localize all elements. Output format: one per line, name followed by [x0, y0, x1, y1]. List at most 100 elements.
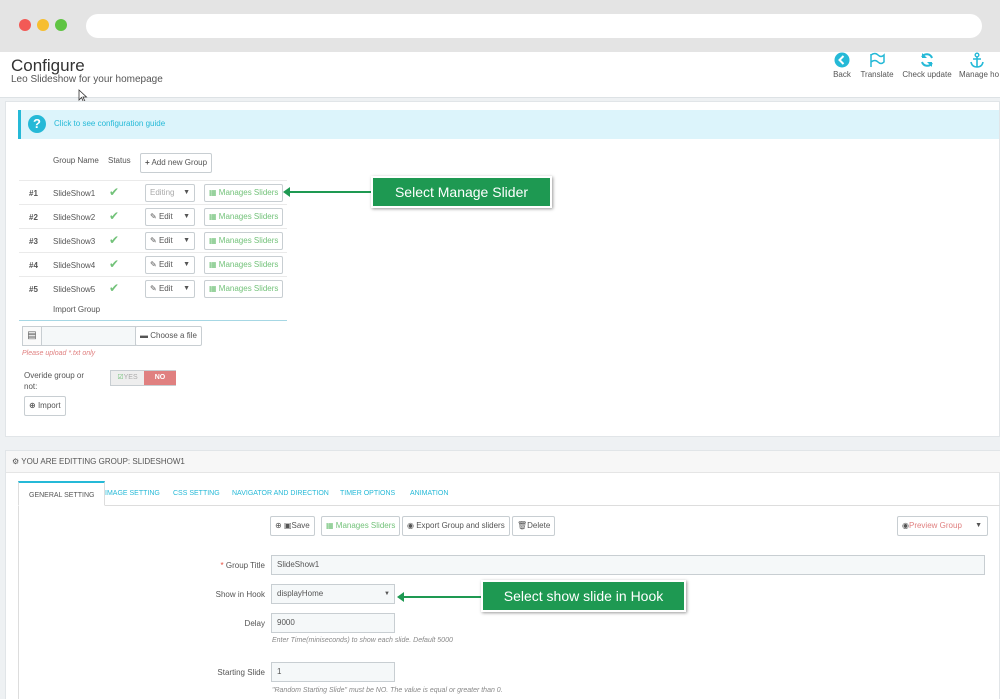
edit-label: Edit [158, 236, 173, 245]
close-window-icon[interactable] [19, 19, 31, 31]
settings-tabs: GENERAL SETTING IMAGE SETTING CSS SETTIN… [18, 481, 1000, 506]
override-toggle[interactable]: ☑YES NO [110, 370, 176, 386]
table-row: #5 SlideShow5 ✔ ✎ Edit ▼ ▦ Manages Slider… [19, 276, 287, 300]
required-icon: * [220, 561, 224, 570]
group-title-input[interactable]: SlideShow1 [271, 555, 985, 575]
film-icon: ▦ [326, 521, 334, 530]
row-number: #3 [29, 237, 38, 246]
starting-slide-help: "Random Starting Slide" must be NO. The … [272, 687, 503, 694]
question-icon: ? [28, 115, 46, 133]
tab-css-setting[interactable]: CSS SETTING [173, 481, 220, 506]
edit-button[interactable]: ✎ Edit ▼ [145, 232, 195, 250]
callout-manage-slider: Select Manage Slider [371, 176, 552, 208]
edit-button[interactable]: ✎ Edit ▼ [145, 280, 195, 298]
circle-plus-icon: ⊕ [275, 521, 282, 530]
edit-label: Edit [158, 260, 173, 269]
row-number: #4 [29, 261, 38, 270]
tab-image-setting[interactable]: IMAGE SETTING [105, 481, 160, 506]
import-button[interactable]: ⊕ Import [24, 396, 66, 416]
delete-button[interactable]: 🗑Delete [512, 516, 556, 536]
film-icon: ▦ [209, 260, 217, 269]
caret-down-icon: ▼ [183, 237, 190, 244]
toggle-yes[interactable]: ☑YES [111, 371, 144, 385]
delay-help: Enter Time(miniseconds) to show each sli… [272, 637, 453, 644]
film-icon: ▦ [209, 188, 217, 197]
page-title: Configure [11, 56, 85, 75]
row-name: SlideShow1 [53, 189, 96, 198]
manage-sliders-button[interactable]: ▦ Manages Sliders [204, 232, 284, 250]
save-label: Save [291, 521, 310, 530]
floppy-icon: ▣ [283, 521, 292, 530]
trash-icon: 🗑 [517, 521, 528, 530]
manage-label: Manages Sliders [218, 188, 279, 197]
manage-sliders-button[interactable]: ▦ Manages Sliders [204, 208, 284, 226]
file-name-input[interactable] [41, 326, 136, 346]
add-label: Add new Group [151, 158, 208, 167]
tab-navigator-and-direction[interactable]: NAVIGATOR AND DIRECTION [232, 481, 329, 506]
status-check-icon[interactable]: ✔ [109, 233, 119, 247]
export-group-button[interactable]: ◉ Export Group and sliders [402, 516, 510, 536]
toolbar-manage-hooks-button[interactable]: Manage ho [959, 52, 1000, 79]
minimize-window-icon[interactable] [37, 19, 49, 31]
editing-dropdown[interactable]: Editing ▼ [145, 184, 195, 202]
flag-icon [870, 52, 885, 67]
manage-sliders-button[interactable]: ▦ Manages Sliders [204, 256, 284, 274]
tab-animation[interactable]: ANIMATION [410, 481, 448, 506]
preview-group-button[interactable]: ◉Preview Group ▼ [897, 516, 988, 536]
tab-general-setting[interactable]: GENERAL SETTING [18, 481, 106, 506]
edit-label: Edit [158, 284, 173, 293]
delay-input[interactable]: 9000 [271, 613, 395, 633]
guide-link[interactable]: Click to see configuration guide [54, 119, 165, 128]
pencil-icon: ✎ [150, 212, 157, 221]
cogs-icon: ⚙ [12, 457, 20, 466]
toolbar-check-update-button[interactable]: Check update [901, 52, 953, 79]
editing-label: Editing [150, 188, 175, 197]
status-check-icon[interactable]: ✔ [109, 185, 119, 199]
manage-sliders-button[interactable]: ▦ Manages Sliders [321, 516, 401, 536]
manage-sliders-button[interactable]: ▦ Manages Sliders [204, 184, 284, 202]
status-check-icon[interactable]: ✔ [109, 209, 119, 223]
group-list-panel: ? Click to see configuration guide Group… [5, 101, 1000, 437]
eye-icon: ◉ [407, 521, 414, 530]
starting-slide-input[interactable]: 1 [271, 662, 395, 682]
status-check-icon[interactable]: ✔ [109, 257, 119, 271]
row-name: SlideShow4 [53, 261, 96, 270]
column-group-name: Group Name [53, 156, 99, 165]
browser-chrome [0, 0, 1000, 52]
add-new-group-button[interactable]: + Add new Group [140, 153, 213, 173]
callout-arrow [397, 592, 482, 602]
choose-file-button[interactable]: ▬ Choose a file [135, 326, 202, 346]
edit-button[interactable]: ✎ Edit ▼ [145, 208, 195, 226]
caret-down-icon: ▼ [183, 189, 190, 196]
table-row: #4 SlideShow4 ✔ ✎ Edit ▼ ▦ Manages Slider… [19, 252, 287, 276]
file-icon: ▤ [22, 326, 42, 346]
toolbar-translate-button[interactable]: Translate [860, 52, 894, 79]
maximize-window-icon[interactable] [55, 19, 67, 31]
show-in-hook-label: Show in Hook [215, 590, 265, 599]
hook-value: displayHome [277, 589, 324, 598]
toolbar-back-button[interactable]: Back [832, 52, 852, 79]
callout-arrow [283, 187, 372, 197]
manage-label: Manages Sliders [218, 284, 279, 293]
caret-down-icon: ▼ [975, 522, 982, 529]
preview-label: Preview Group [908, 521, 962, 530]
guide-alert: ? Click to see configuration guide [18, 110, 999, 139]
save-button[interactable]: ⊕ ▣Save [270, 516, 315, 536]
status-check-icon[interactable]: ✔ [109, 281, 119, 295]
manage-sliders-button[interactable]: ▦ Manages Sliders [204, 280, 284, 298]
folder-icon: ▬ [140, 331, 148, 340]
caret-down-icon: ▼ [183, 261, 190, 268]
show-in-hook-select[interactable]: displayHome ▼ [271, 584, 395, 604]
starting-slide-label: Starting Slide [217, 668, 265, 677]
page: Configure Leo Slideshow for your homepag… [0, 52, 1000, 699]
toggle-yes-label: YES [123, 374, 138, 381]
divider [19, 320, 287, 321]
toolbar-label: Check update [902, 70, 952, 79]
toggle-no[interactable]: NO [144, 371, 176, 385]
row-name: SlideShow2 [53, 213, 96, 222]
page-header: Configure Leo Slideshow for your homepag… [0, 52, 1000, 103]
delay-label: Delay [244, 619, 265, 628]
tab-timer-options[interactable]: TIMER OPTIONS [340, 481, 395, 506]
address-bar[interactable] [86, 14, 982, 38]
edit-button[interactable]: ✎ Edit ▼ [145, 256, 195, 274]
